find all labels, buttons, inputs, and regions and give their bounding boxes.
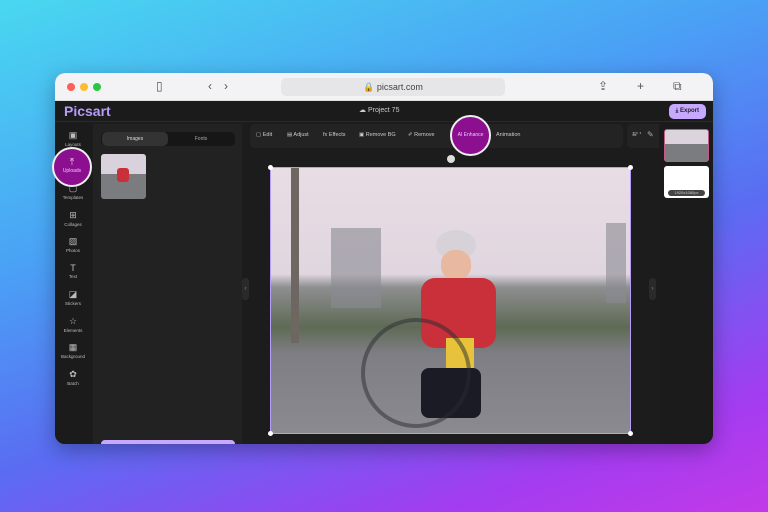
tab-images[interactable]: Images [102, 132, 168, 146]
uploads-panel: Images Fonts [93, 124, 242, 444]
back-icon[interactable]: ‹ [208, 79, 212, 93]
tool-label: Remove [414, 132, 435, 138]
page-thumbnail-2[interactable]: 1920x1080px [664, 166, 709, 198]
tool-adjust[interactable]: ▤ Adjust [287, 132, 309, 138]
new-tab-icon[interactable]: + [637, 79, 644, 93]
uploads-highlight[interactable]: ⤒ Uploads [52, 147, 92, 187]
selection-frame[interactable] [268, 155, 633, 436]
collage-icon: ⊞ [69, 209, 77, 220]
tool-label: Edit [262, 132, 273, 138]
rail-item-text[interactable]: T Text [55, 263, 91, 279]
ai-enhance-label: AI Enhance [457, 132, 484, 138]
rail-label: Templates [62, 195, 84, 200]
project-title[interactable]: ☁ Project 75 [359, 106, 399, 114]
tool-label: Adjust [293, 132, 309, 138]
remove-bg-icon: ▣ [359, 132, 366, 138]
browser-window: ▯ ‹ › 🔒 picsart.com ⇪ + ⧉ Picsart ☁ Proj… [55, 73, 713, 444]
page-size-label: 1920x1080px [668, 190, 705, 196]
lock-icon: 🔒 [363, 82, 377, 92]
rail-item-layouts[interactable]: ▣ Layouts [55, 130, 91, 147]
pages-panel: 1920x1080px [659, 122, 713, 444]
eraser-icon[interactable]: ✎ [647, 130, 654, 139]
maximize-button[interactable] [93, 83, 101, 91]
rail-item-photos[interactable]: ▨ Photos [55, 236, 91, 253]
tool-effects[interactable]: fx Effects [323, 132, 346, 138]
export-label: Export [679, 108, 699, 114]
more-icon[interactable]: ⋯ [632, 128, 642, 139]
share-icon[interactable]: ⇪ [598, 79, 608, 93]
rail-label: Photos [65, 248, 80, 253]
sidebar-icon[interactable]: ▯ [156, 79, 163, 93]
rail-item-elements[interactable]: ☆ Elements [55, 316, 91, 333]
resize-handle[interactable] [628, 431, 633, 436]
rail-item-batch[interactable]: ✿ Batch [55, 369, 91, 386]
uploaded-image-thumbnail[interactable] [101, 154, 146, 199]
tabs-icon[interactable]: ⧉ [673, 79, 682, 94]
export-button[interactable]: ⤓ Export [668, 104, 706, 119]
upload-button[interactable] [101, 440, 235, 444]
background-icon: ▦ [68, 342, 78, 352]
resize-handle[interactable] [268, 165, 273, 170]
rail-item-collages[interactable]: ⊞ Collages [55, 210, 91, 227]
close-button[interactable] [67, 83, 75, 91]
browser-toolbar: ▯ ‹ › 🔒 picsart.com ⇪ + ⧉ [55, 73, 713, 101]
collapse-panel-handle[interactable]: ‹ [242, 278, 249, 300]
uploads-label: Uploads [62, 168, 82, 174]
rail-label: Text [68, 273, 78, 279]
resize-handle[interactable] [268, 431, 273, 436]
upload-icon: ⤒ [69, 157, 75, 168]
text-icon: T [70, 262, 76, 273]
rail-label: Background [60, 354, 86, 359]
batch-icon: ✿ [69, 368, 77, 379]
tool-animation[interactable]: Animation [496, 132, 520, 138]
app-header: Picsart ☁ Project 75 ⤓ Export [55, 101, 713, 122]
rail-label: Batch [67, 380, 79, 386]
tool-label: Effects [328, 132, 346, 138]
tab-fonts[interactable]: Fonts [168, 132, 234, 146]
rail-item-background[interactable]: ▦ Background [55, 342, 91, 359]
layout-icon: ▣ [68, 130, 78, 140]
tool-remove[interactable]: ✐ Remove [408, 132, 435, 138]
rail-label: Elements [63, 327, 83, 333]
url-text: picsart.com [376, 82, 423, 92]
photo-icon: ▨ [68, 236, 78, 246]
rotate-handle[interactable] [447, 155, 455, 163]
edit-toolbar: ▢ Edit ▤ Adjust fx Effects ▣ Remove BG ✐ Rem… [250, 124, 623, 148]
expand-right-panel-handle[interactable]: › [649, 278, 656, 300]
tool-edit[interactable]: ▢ Edit [256, 132, 272, 138]
panel-tabs: Images Fonts [101, 132, 235, 146]
rail-label: Stickers [64, 301, 81, 306]
sticker-icon: ◪ [68, 289, 78, 299]
edit-icon: ▢ [256, 132, 263, 138]
project-name: Project 75 [367, 107, 400, 114]
ai-enhance-button[interactable]: AI Enhance [450, 115, 491, 156]
address-bar[interactable]: 🔒 picsart.com [281, 78, 505, 96]
tool-remove-bg[interactable]: ▣ Remove BG [359, 132, 396, 138]
rail-item-stickers[interactable]: ◪ Stickers [55, 289, 91, 306]
forward-icon[interactable]: › [224, 79, 228, 93]
page-thumbnail-1[interactable] [664, 129, 709, 162]
picsart-logo[interactable]: Picsart [64, 103, 111, 119]
minimize-button[interactable] [80, 83, 88, 91]
tool-label: Animation [496, 132, 521, 138]
tool-label: Remove BG [365, 132, 396, 138]
rail-label: Collages [64, 221, 82, 227]
resize-handle[interactable] [628, 165, 633, 170]
star-icon: ☆ [68, 315, 78, 326]
cloud-icon: ☁ [359, 107, 368, 114]
